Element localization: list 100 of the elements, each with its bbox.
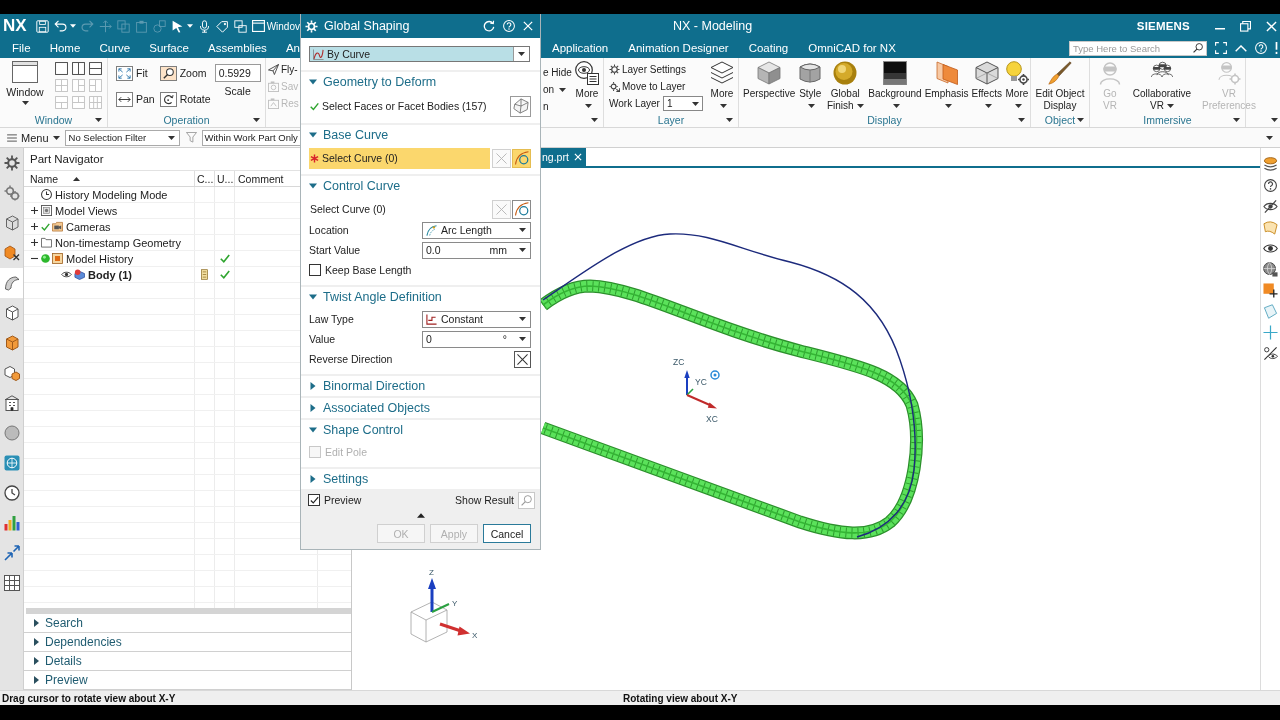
section-header[interactable]: Geometry to Deform: [301, 72, 540, 92]
panel-header[interactable]: Search: [24, 614, 351, 633]
dropdown[interactable]: Constant: [422, 310, 531, 328]
chevron-up-icon[interactable]: [1235, 44, 1247, 52]
ribbon-button[interactable]: Perspective: [743, 61, 796, 100]
number-field[interactable]: 0 °: [422, 330, 531, 348]
caret-icon[interactable]: [726, 118, 733, 122]
section-header[interactable]: Binormal Direction: [301, 376, 540, 396]
caret-icon[interactable]: [186, 24, 193, 28]
selection-step[interactable]: Select Faces or Facet Bodies (157): [309, 95, 510, 117]
caret-icon[interactable]: [1077, 118, 1084, 122]
caret-icon[interactable]: [69, 24, 76, 28]
menu-tab[interactable]: Home: [49, 41, 81, 55]
menu-tab[interactable]: OmniCAD for NX: [808, 41, 896, 55]
section-header[interactable]: Shape Control: [301, 420, 540, 440]
selection-step[interactable]: Select Curve (0): [309, 198, 490, 220]
two-row-icon[interactable]: [89, 62, 102, 75]
ribbon-button[interactable]: Style: [798, 61, 823, 112]
search-icon[interactable]: [1193, 43, 1203, 53]
single-pane-icon[interactable]: [55, 62, 68, 75]
ribbon-button[interactable]: Global Finish: [825, 61, 866, 112]
section-header[interactable]: Settings: [301, 469, 540, 489]
checkbox-label[interactable]: Keep Base Length: [325, 264, 412, 276]
menu-tab[interactable]: Application: [552, 41, 609, 55]
work-layer-dropdown[interactable]: 1: [662, 96, 703, 111]
expander-icon[interactable]: [31, 223, 38, 230]
tree-item-label[interactable]: History Modeling Mode: [55, 188, 168, 201]
menu-tab[interactable]: An: [285, 41, 300, 55]
ribbon-button[interactable]: e Hide: [543, 64, 575, 81]
tree-item-label[interactable]: Model Views: [55, 204, 118, 217]
section-header[interactable]: Base Curve: [301, 125, 540, 145]
caret-icon[interactable]: [1233, 118, 1240, 122]
globe-icon[interactable]: [1263, 262, 1278, 277]
menu-tab[interactable]: Curve: [99, 41, 131, 55]
resource-bar-tab[interactable]: [0, 268, 23, 298]
reset-icon[interactable]: [483, 20, 495, 32]
menu-tab[interactable]: Assemblies: [208, 41, 267, 55]
select-curve-button[interactable]: [512, 199, 531, 219]
checkbox[interactable]: [308, 494, 320, 506]
ribbon-button[interactable]: More: [575, 61, 599, 112]
column-header[interactable]: Name: [24, 171, 195, 186]
restore-icon[interactable]: [1240, 20, 1251, 32]
ribbon-button[interactable]: More: [710, 61, 734, 112]
help-icon[interactable]: [1263, 178, 1278, 193]
column-header[interactable]: C...: [195, 171, 215, 186]
caret-icon[interactable]: [1018, 118, 1025, 122]
view-button[interactable]: Zoom: [159, 64, 211, 82]
check-icon[interactable]: [41, 222, 50, 231]
section-header[interactable]: Twist Angle Definition: [301, 287, 540, 307]
column-header[interactable]: U...: [215, 171, 235, 186]
collapse-caret-icon[interactable]: [416, 512, 425, 518]
eye-slash-icon[interactable]: [1263, 346, 1278, 361]
close-icon[interactable]: [573, 153, 582, 161]
plus-icon[interactable]: [1263, 325, 1278, 340]
dialog-button[interactable]: Cancel: [483, 524, 531, 543]
document-tab[interactable]: ng.prt: [541, 148, 586, 166]
tree-item-label[interactable]: Body (1): [88, 268, 132, 281]
view-button[interactable]: Fit: [116, 64, 155, 82]
windows-icon[interactable]: [233, 19, 247, 33]
ribbon-button[interactable]: Collaborative VR: [1131, 61, 1193, 112]
panel-header[interactable]: Dependencies: [24, 633, 351, 652]
selection-step[interactable]: Select Curve (0): [309, 147, 490, 169]
caret-icon[interactable]: [95, 118, 102, 122]
caret-icon[interactable]: [1271, 118, 1278, 122]
search-field[interactable]: Type Here to Search: [1069, 40, 1207, 56]
close-icon[interactable]: [523, 21, 533, 31]
expander-icon[interactable]: [31, 239, 38, 246]
caret-icon[interactable]: [253, 118, 260, 122]
number-field[interactable]: 0.0 mm: [422, 241, 531, 259]
tree-item-label[interactable]: Model History: [66, 252, 134, 265]
close-icon[interactable]: [1266, 20, 1277, 32]
window-menu-button[interactable]: Windov: [251, 20, 300, 32]
ribbon-button[interactable]: Fly-: [268, 61, 300, 78]
scale-field[interactable]: 0.5929: [214, 64, 261, 82]
ribbon-button[interactable]: More: [1004, 61, 1029, 112]
menu-tab[interactable]: File: [12, 41, 31, 55]
ribbon-button[interactable]: Layer Settings: [609, 61, 705, 78]
fullscreen-icon[interactable]: [1215, 42, 1227, 54]
expander-icon[interactable]: [31, 207, 38, 214]
ribbon-button[interactable]: Background: [868, 61, 922, 112]
caret-icon[interactable]: [591, 118, 598, 122]
select-curve-button[interactable]: [512, 148, 531, 168]
dropdown[interactable]: Arc Length: [422, 221, 531, 239]
microphone-icon[interactable]: [197, 19, 211, 33]
cursor-icon[interactable]: [170, 19, 184, 33]
section-header[interactable]: Associated Objects: [301, 398, 540, 418]
expander-icon[interactable]: [31, 255, 38, 262]
ribbon-button[interactable]: n: [543, 98, 575, 115]
menu-tab[interactable]: Coating: [748, 41, 789, 55]
alert-icon[interactable]: [1275, 42, 1278, 54]
ribbon-button[interactable]: Edit Object Display: [1034, 61, 1086, 112]
ribbon-button[interactable]: Emphasis: [924, 61, 969, 112]
selection-filter-dropdown[interactable]: No Selection Filter: [64, 129, 180, 146]
checkbox-label[interactable]: Preview: [324, 494, 362, 506]
checkbox[interactable]: [309, 264, 321, 276]
scope-dropdown[interactable]: Within Work Part Only: [201, 129, 300, 146]
menu-button[interactable]: Menu: [7, 131, 60, 144]
tree-item-label[interactable]: Cameras: [66, 220, 111, 233]
panel-header[interactable]: Details: [24, 652, 351, 671]
eye-slash-icon[interactable]: [1263, 199, 1278, 214]
